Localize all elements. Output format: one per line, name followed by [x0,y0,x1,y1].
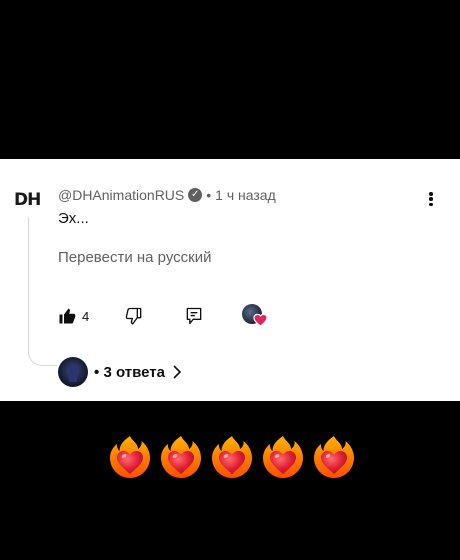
comment-text: Эх... [58,210,89,227]
translate-link[interactable]: Перевести на русский [58,249,212,266]
heart-on-fire-icon [110,436,150,478]
author-name[interactable]: @DHAnimationRUS [58,187,184,203]
heart-on-fire-icon [212,436,252,478]
more-vertical-icon[interactable] [424,189,438,209]
creator-heart-button[interactable] [242,304,268,328]
comment-header: @DHAnimationRUS ✓ • 1 ч назад [58,187,276,203]
heart-on-fire-icon [161,436,201,478]
creator-heart-badge [242,304,268,328]
verified-check-icon: ✓ [188,188,203,202]
comment-time: 1 ч назад [215,187,276,203]
like-count: 4 [82,308,90,324]
separator-dot: • [94,363,100,381]
separator-dot: • [206,187,212,203]
heart-on-fire-icon [263,436,303,478]
replies-label: • 3 ответа [94,364,165,381]
thumbs-up-icon [59,308,76,324]
view-replies-button[interactable]: • 3 ответа [58,357,181,387]
replies-count-label: 3 ответа [103,363,165,381]
heart-on-fire-icon [314,436,354,478]
creator-heart-icon [253,313,268,327]
comment-actions: 4 [58,304,298,328]
thumbs-down-icon [125,307,142,325]
reply-author-avatar [58,357,88,387]
reply-icon [186,307,202,325]
emoji-row [108,434,356,480]
reply-button[interactable] [184,304,204,328]
comment-card: DH @DHAnimationRUS ✓ • 1 ч назад Эх... П… [0,159,460,401]
channel-avatar[interactable]: DH [14,189,44,211]
dislike-button[interactable] [124,304,144,328]
chevron-right-icon [173,365,181,379]
thread-line [28,217,57,366]
like-button[interactable]: 4 [58,304,89,328]
